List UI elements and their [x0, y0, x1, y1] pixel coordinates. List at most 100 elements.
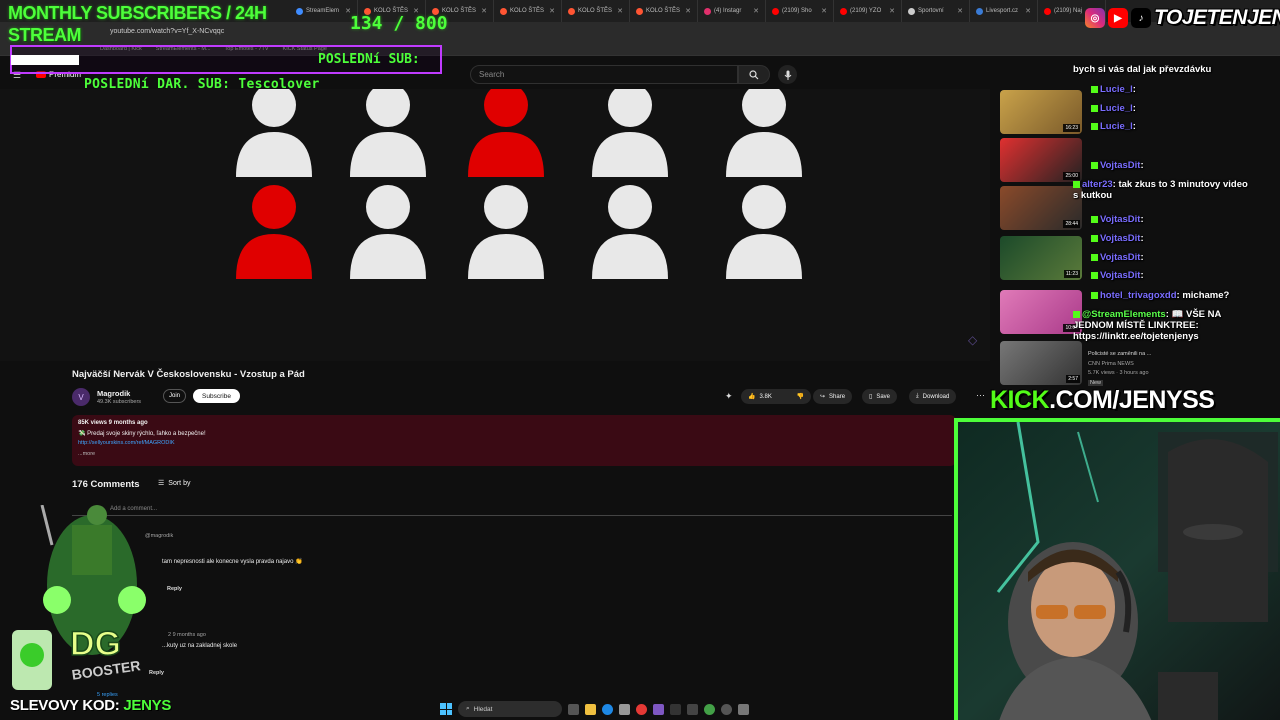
kick-badge-icon	[1091, 122, 1098, 130]
app-icon[interactable]	[687, 703, 698, 715]
app-icon[interactable]	[738, 703, 749, 715]
recommended-video-thumbnail[interactable]: 28:44	[1000, 186, 1082, 230]
search-button[interactable]	[738, 65, 770, 84]
browser-tab[interactable]: StreamElem ✕	[290, 0, 358, 22]
description-meta: 85K views 9 months ago	[78, 420, 148, 426]
recommended-video-thumbnail[interactable]: 10:08	[1000, 290, 1082, 334]
chat-text: :	[1140, 214, 1144, 225]
browser-tab[interactable]: KOLO ŠTĚS ✕	[494, 0, 562, 22]
chat-text: :	[1140, 233, 1144, 244]
rec-video-title[interactable]: Policisté se zaměnili na ...	[1088, 351, 1151, 357]
browser-tab[interactable]: KOLO ŠTĚS ✕	[630, 0, 698, 22]
recommended-video-thumbnail[interactable]: 11:23	[1000, 236, 1082, 280]
sub-goal-title-line2: STREAM	[8, 25, 82, 45]
app-icon[interactable]	[670, 703, 681, 715]
tab-favicon-icon	[500, 7, 507, 15]
chat-username[interactable]: VojtasDit	[1100, 270, 1140, 281]
chat-username[interactable]: @StreamElements	[1082, 309, 1166, 320]
close-tab-icon[interactable]: ✕	[957, 7, 963, 15]
kick-url-banner: KICK.COM/JENYSS	[990, 386, 1215, 415]
subscribe-button[interactable]: Subscribe	[193, 389, 240, 403]
tab-label: KOLO ŠTĚS	[510, 8, 545, 14]
channel-avatar[interactable]: V	[72, 388, 90, 406]
promo-code: JENYS	[123, 697, 172, 714]
tab-favicon-icon	[568, 7, 575, 15]
tab-favicon-icon	[296, 7, 303, 15]
chat-username[interactable]: VojtasDit	[1100, 214, 1140, 225]
webcam-feed	[954, 418, 1280, 720]
browser-tab[interactable]: KOLO ŠTĚS ✕	[562, 0, 630, 22]
ai-sparkle-icon[interactable]: ✦	[725, 391, 733, 402]
browser-tab[interactable]: Livesport.cz ✕	[970, 0, 1038, 22]
chat-username[interactable]: hotel_trivagoxdd	[1100, 290, 1177, 301]
description-link[interactable]: http://sellyourskins.com/ref/MAGRODIK	[78, 440, 175, 446]
recommended-video-thumbnail[interactable]: 2:57	[1000, 341, 1082, 385]
chat-username[interactable]: VojtasDit	[1100, 160, 1140, 171]
rec-video-channel[interactable]: CNN Prima NEWS	[1088, 361, 1134, 367]
browser-tab[interactable]: (2109) YZO ✕	[834, 0, 902, 22]
windows-start-icon[interactable]	[440, 703, 452, 715]
chat-username[interactable]: VojtasDit	[1100, 252, 1140, 263]
close-tab-icon[interactable]: ✕	[549, 7, 555, 15]
channel-name[interactable]: Magrodik	[97, 389, 130, 398]
kick-badge-icon	[1091, 161, 1098, 169]
close-tab-icon[interactable]: ✕	[481, 7, 487, 15]
task-view-icon[interactable]	[568, 703, 579, 715]
description-more-link[interactable]: ...more	[78, 451, 95, 457]
like-dislike-group: 👍 3.8K 👎	[741, 389, 811, 404]
person-icon	[350, 89, 426, 177]
close-tab-icon[interactable]: ✕	[753, 7, 759, 15]
file-explorer-icon[interactable]	[585, 703, 596, 715]
chat-message: VojtasDit:	[1091, 160, 1144, 171]
thumbs-down-icon[interactable]: 👎	[797, 393, 804, 400]
channel-watermark-icon[interactable]: ◇	[968, 333, 977, 347]
edge-icon[interactable]	[602, 703, 613, 715]
join-button[interactable]: Join	[163, 389, 186, 403]
tab-favicon-icon	[772, 7, 779, 15]
tab-favicon-icon	[976, 7, 983, 15]
sub-goal-count: 134 / 800	[350, 13, 448, 34]
browser-tab[interactable]: (2109) Sho ✕	[766, 0, 834, 22]
save-label: Save	[876, 393, 890, 400]
chrome-icon[interactable]	[704, 703, 715, 715]
browser-tab[interactable]: Sportovní ✕	[902, 0, 970, 22]
chat-username[interactable]: alter23	[1082, 179, 1113, 190]
chat-username[interactable]: Lucie_l	[1100, 103, 1133, 114]
close-tab-icon[interactable]: ✕	[821, 7, 827, 15]
reply-button[interactable]: Reply	[167, 586, 182, 592]
add-comment-field[interactable]: Add a comment...	[72, 502, 952, 516]
save-button[interactable]: ▯ Save	[862, 389, 897, 404]
person-icon	[592, 89, 668, 177]
sort-by-button[interactable]: ☰ Sort by	[158, 479, 190, 488]
chat-username[interactable]: Lucie_l	[1100, 84, 1133, 95]
description-box[interactable]	[72, 415, 956, 466]
store-icon[interactable]	[619, 703, 630, 715]
thumbs-up-icon[interactable]: 👍	[748, 393, 755, 400]
more-actions-icon[interactable]: ⋯	[976, 390, 985, 401]
chat-username[interactable]: Lucie_l	[1100, 121, 1133, 132]
recommended-video-thumbnail[interactable]: 25:00	[1000, 138, 1082, 182]
tab-favicon-icon	[704, 7, 711, 15]
close-tab-icon[interactable]: ✕	[617, 7, 623, 15]
recommended-video-thumbnail[interactable]: 16:23	[1000, 90, 1082, 134]
close-tab-icon[interactable]: ✕	[889, 7, 895, 15]
chat-message: Lucie_l:	[1091, 103, 1136, 114]
voice-search-button[interactable]	[778, 65, 797, 84]
discord-icon[interactable]	[653, 703, 664, 715]
chat-username[interactable]: VojtasDit	[1100, 233, 1140, 244]
chrome-icon[interactable]	[636, 703, 647, 715]
obs-icon[interactable]	[721, 703, 732, 715]
like-count[interactable]: 3.8K	[759, 394, 771, 400]
video-duration: 28:44	[1063, 220, 1080, 228]
share-button[interactable]: ↪ Share	[813, 389, 853, 404]
kick-badge-icon	[1091, 253, 1098, 261]
download-button[interactable]: ⤓ Download	[909, 389, 957, 404]
kick-badge-icon	[1091, 104, 1098, 112]
video-player[interactable]: ◇	[0, 89, 990, 361]
close-tab-icon[interactable]: ✕	[1025, 7, 1031, 15]
close-tab-icon[interactable]: ✕	[685, 7, 691, 15]
video-title: Najväčší Nervák V Československu - Vzost…	[72, 369, 305, 380]
browser-tab[interactable]: (4) Instagr ✕	[698, 0, 766, 22]
search-input[interactable]: Search	[470, 65, 738, 84]
taskbar-search[interactable]: ⌕ Hledat	[458, 701, 562, 717]
